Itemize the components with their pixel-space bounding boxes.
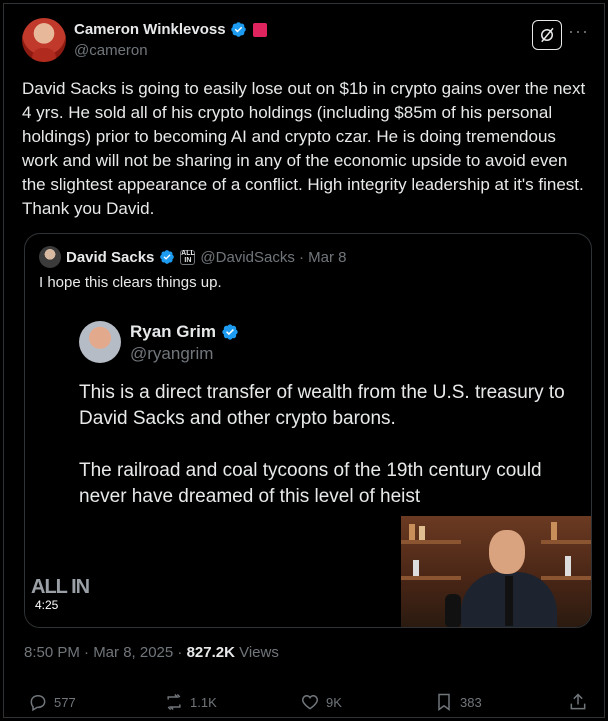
post-card: Cameron Winklevoss @cameron ··· David Sa… [3,3,605,718]
all-in-affiliate-badge: ALL IN [180,249,196,265]
grok-glyph-icon [541,27,554,43]
shelf [401,540,461,544]
embedded-author-avatar [79,321,121,363]
video-duration: 4:25 [31,596,63,614]
share-icon [570,693,586,710]
quoted-author-name[interactable]: David Sacks [66,249,154,266]
quoted-post[interactable]: David Sacks ALL IN @DavidSacks · Mar 8 I… [24,233,592,628]
quoted-handle-date[interactable]: @DavidSacks · Mar 8 [200,249,346,266]
embedded-name-row: Ryan Grim [130,322,239,342]
all-in-logo: ALL IN [31,576,90,598]
reply-icon [30,694,46,712]
bookmark-icon [438,693,450,711]
shelf [541,576,591,580]
reply-count: 577 [54,694,76,710]
share-button[interactable] [568,692,588,712]
post-text: David Sacks is going to easily lose out … [22,79,586,218]
author-name-row: Cameron Winklevoss [74,21,267,38]
bookmark-count: 383 [460,694,482,710]
author-handle[interactable]: @cameron [74,42,148,59]
like-count: 9K [326,694,342,710]
embedded-author-name: Ryan Grim [130,322,216,341]
heart-icon [301,694,319,710]
post-meta: 8:50 PM · Mar 8, 2025 · 827.2K Views [24,644,279,661]
repost-icon [167,693,181,711]
shelf [541,540,591,544]
quoted-post-text: I hope this clears things up. [39,274,222,291]
quoted-verified-badge-icon [160,250,175,264]
person-tie [505,576,513,626]
video-thumbnail[interactable] [401,516,591,627]
repost-count: 1.1K [190,694,217,710]
views-count: 827.2K [186,644,235,661]
grok-icon[interactable] [532,20,562,50]
book [551,522,557,540]
author-name[interactable]: Cameron Winklevoss [74,21,226,38]
embedded-author-handle: @ryangrim [130,344,214,363]
quoted-post-header: David Sacks ALL IN @DavidSacks · Mar 8 [39,246,347,268]
embedded-verified-badge-icon [222,324,238,340]
quoted-author-avatar[interactable] [39,246,61,268]
more-options-icon[interactable]: ··· [568,22,588,46]
bookmark-button[interactable]: 383 [434,692,482,712]
embedded-text-paragraph-2: The railroad and coal tycoons of the 19t… [79,460,542,507]
action-bar: 577 1.1K 9K 383 [24,692,590,716]
microphone-icon [445,594,461,627]
person-head [489,530,525,574]
post-header: Cameron Winklevoss @cameron ··· [22,18,588,64]
embedded-text-paragraph-1: This is a direct transfer of wealth from… [79,382,565,429]
shelf [401,576,461,580]
book [419,526,425,540]
like-button[interactable]: 9K [300,692,342,712]
views-label: Views [234,644,279,661]
book [409,524,415,540]
affiliate-badge-icon [252,22,267,37]
repost-button[interactable]: 1.1K [164,692,217,712]
book [565,556,571,576]
reply-button[interactable]: 577 [28,692,76,712]
verified-badge-icon [230,22,246,37]
quoted-media[interactable]: Ryan Grim @ryangrim This is a direct tra… [25,304,591,627]
post-timestamp[interactable]: 8:50 PM · Mar 8, 2025 · [24,644,187,661]
book [413,560,419,576]
author-avatar[interactable] [22,18,66,62]
